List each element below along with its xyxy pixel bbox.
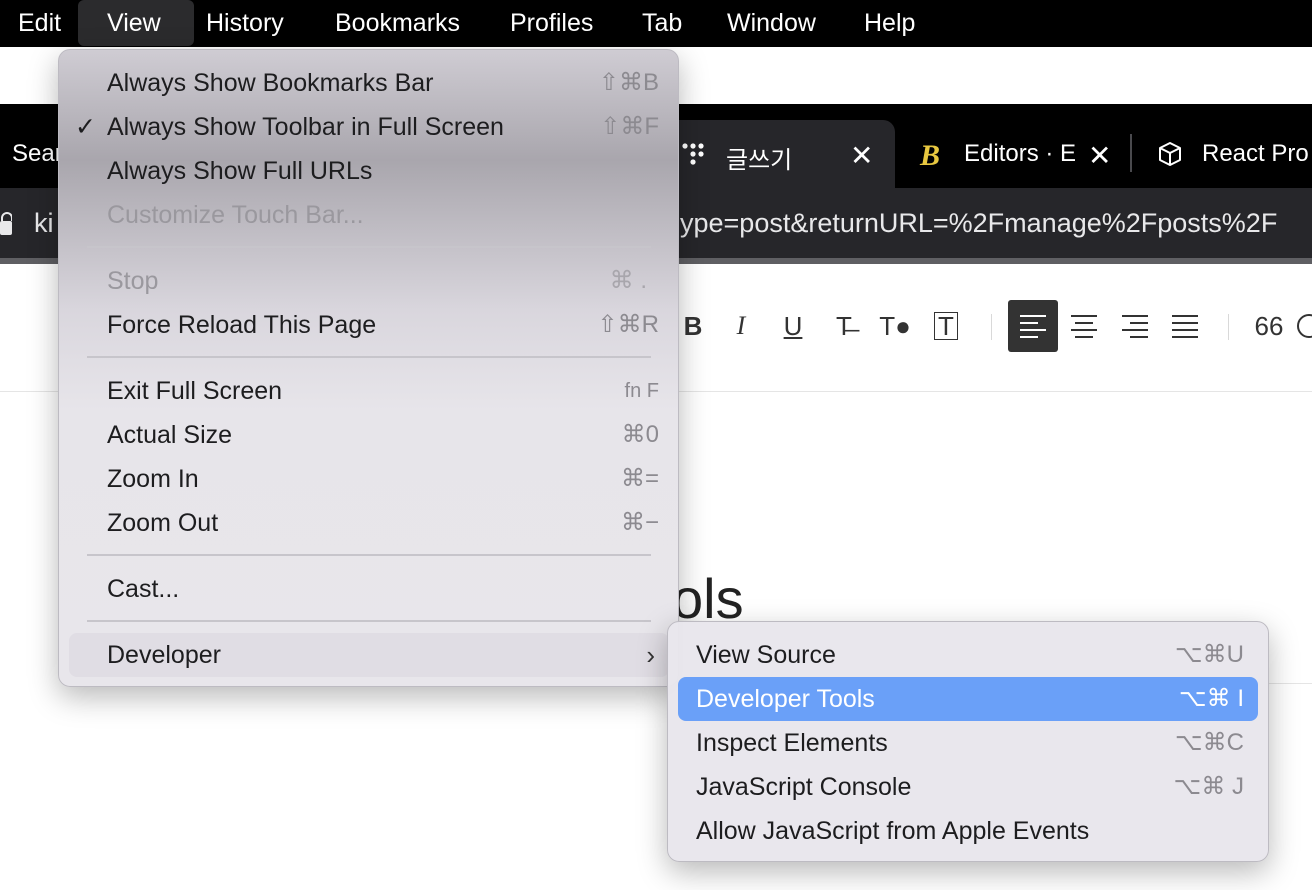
menu-bookmarks[interactable]: Bookmarks [335, 0, 460, 47]
strikethrough-button[interactable]: T̶ [819, 300, 869, 352]
menu-item-zoom-in[interactable]: Zoom In ⌘= [69, 457, 669, 501]
chevron-right-icon: › [646, 640, 655, 670]
tab-react-label[interactable]: React Pro [1202, 140, 1312, 168]
menu-item-shortcut: ⌥⌘ I [1179, 685, 1244, 712]
italic-button[interactable]: I [716, 300, 766, 352]
tab-active-label[interactable]: 글쓰기 [726, 140, 792, 175]
align-left-button[interactable] [1008, 300, 1058, 352]
menu-item-label: Always Show Toolbar in Full Screen [107, 113, 504, 141]
menu-bar: Edit View History Bookmarks Profiles Tab… [0, 0, 1312, 47]
menu-item-cast[interactable]: Cast... [69, 567, 669, 611]
menu-separator [87, 246, 651, 248]
url-text-right[interactable]: ype=post&returnURL=%2Fmanage%2Fposts%2F [680, 208, 1312, 239]
cube-icon [1159, 142, 1181, 166]
menu-item-label: Developer Tools [696, 685, 875, 713]
menu-item-always-show-full-urls[interactable]: Always Show Full URLs [69, 149, 669, 193]
menu-item-shortcut: ⌥⌘ J [1173, 773, 1244, 800]
grid-dots-icon [682, 143, 704, 165]
menu-item-shortcut: ⇧⌘R [597, 311, 659, 338]
menu-item-label: Always Show Full URLs [107, 157, 373, 185]
tab-search-label[interactable]: Sear [12, 140, 58, 168]
menu-item-force-reload[interactable]: Force Reload This Page ⇧⌘R [69, 303, 669, 347]
lock-icon [0, 212, 12, 235]
menu-item-customize-touch-bar: Customize Touch Bar... [69, 193, 669, 237]
circle-icon [1297, 314, 1312, 338]
quote-button[interactable]: 66 [1244, 300, 1294, 352]
menu-item-shortcut: ⇧⌘B [598, 69, 659, 96]
menu-item-label: Exit Full Screen [107, 377, 283, 405]
menu-item-shortcut: ⌘ . [609, 267, 647, 294]
menu-item-shortcut: fn F [624, 380, 659, 402]
menu-separator [87, 356, 651, 358]
menu-item-label: Zoom In [107, 465, 199, 493]
menu-item-shortcut: ⌘= [620, 465, 659, 492]
menu-item-label: Cast... [107, 575, 180, 603]
menu-item-label: Actual Size [107, 421, 233, 449]
menu-item-label: Zoom Out [107, 509, 219, 537]
checkmark-icon: ✓ [75, 113, 96, 141]
menu-help[interactable]: Help [864, 0, 915, 47]
menu-item-allow-javascript-apple-events[interactable]: Allow JavaScript from Apple Events [678, 809, 1258, 853]
menu-separator [87, 554, 651, 556]
tab-editors-label[interactable]: Editors · E [964, 140, 1076, 168]
align-left-icon [1020, 315, 1046, 338]
menu-item-label: Force Reload This Page [107, 311, 377, 339]
menu-item-stop: Stop ⌘ . [69, 259, 669, 303]
menu-item-zoom-out[interactable]: Zoom Out ⌘− [69, 501, 669, 545]
menu-item-label: Allow JavaScript from Apple Events [696, 817, 1090, 845]
text-color-button[interactable]: T● [870, 300, 920, 352]
menu-view[interactable]: View [78, 0, 194, 46]
menu-item-developer-tools[interactable]: Developer Tools ⌥⌘ I [678, 677, 1258, 721]
align-justify-button[interactable] [1160, 300, 1210, 352]
align-right-button[interactable] [1110, 300, 1160, 352]
menu-history[interactable]: History [206, 0, 284, 47]
menu-item-view-source[interactable]: View Source ⌥⌘U [678, 633, 1258, 677]
menu-item-actual-size[interactable]: Actual Size ⌘0 [69, 413, 669, 457]
menu-item-exit-full-screen[interactable]: Exit Full Screen fn F [69, 369, 669, 413]
menu-tab[interactable]: Tab [642, 0, 682, 47]
menu-item-always-show-bookmarks-bar[interactable]: Always Show Bookmarks Bar ⇧⌘B [69, 61, 669, 105]
align-right-icon [1122, 315, 1148, 338]
menu-item-label: Inspect Elements [696, 729, 888, 757]
menu-item-label: JavaScript Console [696, 773, 912, 801]
align-center-icon [1071, 315, 1097, 338]
menu-item-label: View Source [696, 641, 836, 669]
menu-item-shortcut: ⇧⌘F [600, 113, 659, 140]
menu-item-shortcut: ⌥⌘C [1175, 729, 1244, 756]
developer-submenu: View Source ⌥⌘U Developer Tools ⌥⌘ I Ins… [667, 621, 1269, 862]
view-menu: Always Show Bookmarks Bar ⇧⌘B ✓ Always S… [58, 49, 679, 687]
align-justify-icon [1172, 315, 1198, 338]
menu-item-shortcut: ⌘0 [621, 421, 659, 448]
menu-item-shortcut: ⌘− [620, 509, 659, 536]
menu-item-inspect-elements[interactable]: Inspect Elements ⌥⌘C [678, 721, 1258, 765]
menu-item-label: Always Show Bookmarks Bar [107, 69, 434, 97]
menu-item-always-show-toolbar-full-screen[interactable]: ✓ Always Show Toolbar in Full Screen ⇧⌘F [69, 105, 669, 149]
text-background-button[interactable]: T [921, 300, 971, 352]
menu-item-javascript-console[interactable]: JavaScript Console ⌥⌘ J [678, 765, 1258, 809]
menu-item-label: Stop [107, 267, 159, 295]
underline-button[interactable]: U [768, 300, 818, 352]
toolbar-separator [1228, 314, 1229, 340]
menu-separator [87, 620, 651, 622]
svg-text:B: B [919, 139, 940, 170]
menu-item-developer[interactable]: Developer › [69, 633, 669, 677]
menu-window[interactable]: Window [727, 0, 816, 47]
tab-close-icon[interactable]: ✕ [850, 142, 873, 170]
tab-close-icon[interactable]: ✕ [1088, 142, 1111, 170]
align-center-button[interactable] [1059, 300, 1109, 352]
menu-profiles[interactable]: Profiles [510, 0, 593, 47]
bootstrap-logo-icon: B [919, 139, 940, 170]
text-background-icon: T [934, 312, 958, 340]
menu-item-label: Developer [107, 641, 221, 669]
menu-edit[interactable]: Edit [18, 0, 61, 47]
url-text-left[interactable]: ki [34, 208, 54, 239]
toolbar-separator [991, 314, 992, 340]
tab-separator [1130, 134, 1132, 172]
menu-item-shortcut: ⌥⌘U [1175, 641, 1244, 668]
more-button[interactable] [1296, 300, 1312, 352]
menu-item-label: Customize Touch Bar... [107, 201, 364, 229]
